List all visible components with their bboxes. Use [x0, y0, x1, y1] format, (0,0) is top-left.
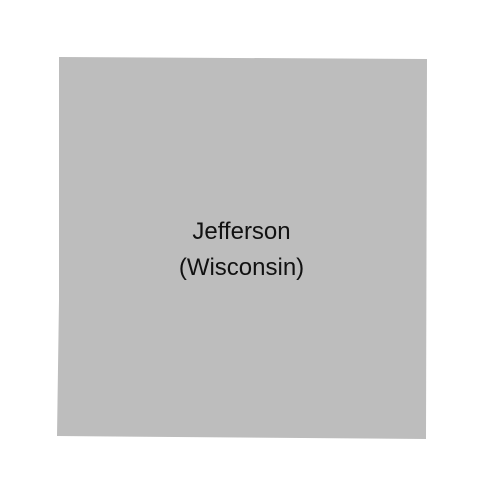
county-name-label: Jefferson [192, 218, 291, 245]
state-name-label: (Wisconsin) [178, 254, 305, 281]
county-map: Jefferson (Wisconsin) [0, 0, 483, 496]
